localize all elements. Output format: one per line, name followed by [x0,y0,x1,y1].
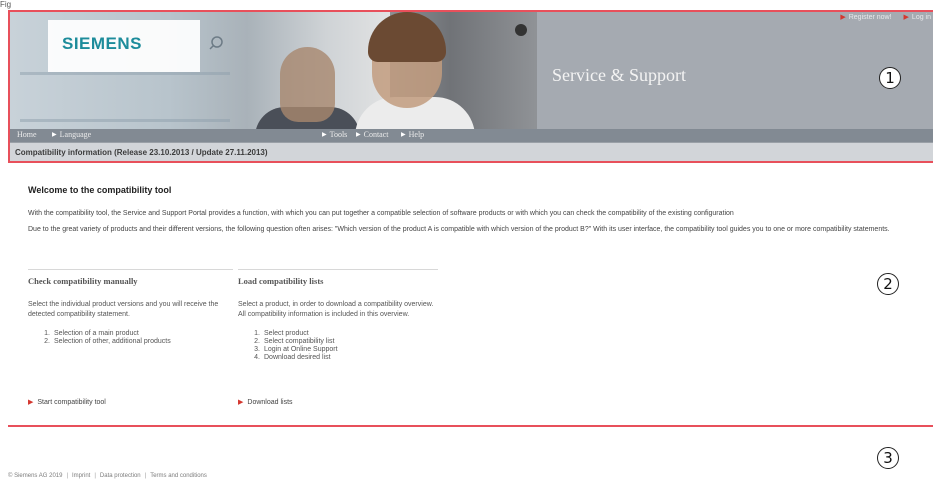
list-item: 2. Selection of other, additional product… [44,338,171,345]
main-nav: Home ▶ Language ▶ Tools ▶ Contact ▶ Help [10,129,933,142]
arrow-right-icon: ▶ [401,132,406,138]
register-label: Register now! [848,13,892,21]
list-item: 1. Selection of a main product [44,330,139,337]
check-manually-title: Check compatibility manually [28,276,138,286]
start-compatibility-tool-link[interactable]: ▶ Start compatibility tool [28,398,106,407]
footer-separator: | [94,473,96,479]
load-lists-title: Load compatibility lists [238,276,324,286]
nav-home-label: Home [17,130,37,139]
release-info-text: Compatibility information (Release 23.10… [15,148,268,157]
arrow-right-icon: ▶ [52,132,57,138]
copyright: © Siemens AG 2019 [8,473,63,479]
nav-language-label: Language [59,130,92,139]
arrow-right-icon: ▶ [322,132,327,138]
arrow-right-icon: ▶ [28,399,34,406]
imprint-link[interactable]: Imprint [72,473,90,479]
list-item: 1. Select product [254,330,309,337]
start-compatibility-tool-label: Start compatibility tool [37,398,106,406]
login-link[interactable]: ▶ Log in [903,13,931,22]
photo-shelves [20,72,230,122]
arrow-right-icon: ▶ [840,14,846,21]
nav-help[interactable]: ▶ Help [401,130,424,139]
download-lists-link[interactable]: ▶ Download lists [238,398,293,407]
data-protection-link[interactable]: Data protection [100,473,141,479]
intro-paragraph-1: With the compatibility tool, the Service… [28,210,734,217]
arrow-right-icon: ▶ [903,14,909,21]
nav-tools[interactable]: ▶ Tools [322,130,347,139]
marker-3: 3 [877,447,899,469]
nav-tools-label: Tools [329,130,348,139]
nav-contact[interactable]: ▶ Contact [356,130,389,139]
footer-region: © Siemens AG 2019 | Imprint | Data prote… [8,427,933,481]
download-lists-label: Download lists [247,398,293,406]
footer: © Siemens AG 2019 | Imprint | Data prote… [8,473,207,479]
intro-paragraph-2: Due to the great variety of products and… [28,226,890,233]
siemens-logo[interactable]: SIEMENS [62,34,142,54]
photo-camera-lens [515,24,527,36]
check-manually-desc: Select the individual product versions a… [28,301,219,318]
search-icon[interactable] [207,34,225,52]
nav-language[interactable]: ▶ Language [52,130,91,139]
figure-label: Fig [0,0,12,9]
nav-contact-label: Contact [363,130,389,139]
login-label: Log in [911,13,931,21]
service-support-title: Service & Support [552,65,686,85]
banner: SIEMENS Service & Support ▶ Register now… [10,12,933,147]
arrow-right-icon: ▶ [356,132,361,138]
check-steps-list: 1. Selection of a main product 2. Selectio… [28,330,233,346]
page-title: Welcome to the compatibility tool [28,185,172,195]
load-lists-section: Load compatibility lists Select a produc… [238,269,438,362]
footer-separator: | [144,473,147,479]
footer-separator: | [66,473,69,479]
load-lists-desc: Select a product, in order to download a… [238,301,434,318]
header-region: SIEMENS Service & Support ▶ Register now… [8,10,933,163]
search-icon-glyph [209,36,223,50]
terms-link[interactable]: Terms and conditions [150,473,207,479]
account-links: ▶ Register now! ▶ Log in [840,13,931,22]
list-item: 3. Login at Online Support [254,346,338,353]
nav-home[interactable]: Home [17,130,37,139]
register-link[interactable]: ▶ Register now! [840,13,892,22]
load-steps-list: 1. Select product 2. Select compatibility … [238,330,438,362]
check-manually-section: Check compatibility manually Select the … [28,269,233,346]
marker-1: 1 [879,67,901,89]
section-divider [238,269,438,270]
arrow-right-icon: ▶ [238,399,244,406]
section-divider [28,269,233,270]
photo-person-man-head [280,47,335,122]
content-region: Welcome to the compatibility tool With t… [8,163,933,427]
release-info-bar: Compatibility information (Release 23.10… [10,142,933,161]
nav-help-label: Help [408,130,425,139]
list-item: 2. Select compatibility list [254,338,335,345]
marker-2: 2 [877,273,899,295]
list-item: 4. Download desired list [254,354,331,361]
